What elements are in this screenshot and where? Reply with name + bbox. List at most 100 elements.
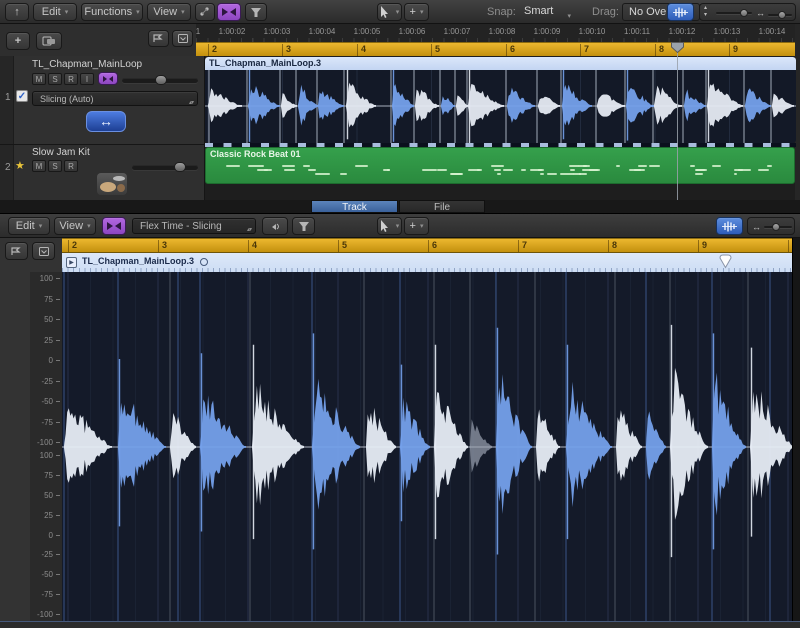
editor-waveform[interactable] — [62, 272, 792, 621]
horizontal-zoom-icon: ↔ — [752, 222, 761, 232]
edit-menu[interactable]: Edit — [33, 3, 77, 21]
editor-view-menu[interactable]: View — [54, 217, 96, 235]
playhead[interactable] — [677, 42, 678, 200]
tab-file[interactable]: File — [399, 200, 485, 213]
flex-mode-select[interactable]: Flex Time - Slicing — [132, 218, 256, 234]
track-1-flex-toggle[interactable] — [98, 72, 118, 85]
crosshair-icon: + — [410, 6, 416, 18]
volume-knob[interactable] — [155, 75, 167, 85]
track-list-header: + — [0, 24, 205, 56]
waveform-blob — [712, 373, 746, 516]
track-m-button[interactable]: M — [32, 160, 46, 172]
pointer-tool-button[interactable] — [377, 3, 402, 21]
waveform-zoom-button[interactable] — [667, 3, 694, 21]
time-label: 1:00:07 — [444, 27, 471, 36]
filter-button[interactable] — [245, 3, 267, 21]
waveform-blob — [496, 374, 532, 514]
bar-number: 4 — [248, 240, 257, 253]
region-play-button[interactable]: ▶ — [66, 257, 77, 268]
editor-options-button[interactable] — [32, 242, 55, 260]
track-r-button[interactable]: R — [64, 160, 78, 172]
track-2-number: 2 — [5, 162, 11, 173]
loop-icon[interactable] — [200, 258, 208, 266]
flex-button[interactable] — [217, 3, 241, 21]
horizontal-zoom-slider[interactable] — [768, 14, 792, 16]
time-label: 1:00:04 — [309, 27, 336, 36]
midi-note — [638, 165, 647, 167]
tracks-toolbar: ↑ Edit Functions View + Snap: Smart Drag… — [0, 0, 800, 24]
track-2-drum-kit-icon[interactable] — [97, 173, 127, 195]
track-2-name[interactable]: Slow Jam Kit — [32, 147, 90, 158]
catch-playhead-button[interactable] — [148, 30, 169, 47]
editor-catch-button[interactable] — [5, 242, 28, 260]
waveform-blob — [745, 88, 771, 122]
track-i-button[interactable]: I — [80, 73, 94, 85]
track-1-icon[interactable]: ↔ — [86, 111, 126, 132]
editor-waveform-zoom-button[interactable] — [716, 217, 743, 235]
bar-ruler[interactable]: 23456789 — [196, 42, 800, 57]
waveform-blob — [312, 379, 360, 510]
hide-editor-button[interactable]: ↑ — [5, 3, 29, 21]
midi-note — [494, 169, 501, 171]
vertical-zoom-slider[interactable] — [716, 12, 752, 14]
midi-note — [491, 165, 504, 167]
editor-region-strip[interactable]: ▶ TL_Chapman_MainLoop.3 — [62, 253, 795, 272]
midi-note — [450, 173, 463, 175]
track-s-button[interactable]: S — [48, 73, 62, 85]
automation-button[interactable] — [195, 3, 215, 21]
editor-bar-ruler[interactable]: 2345678910 — [62, 238, 795, 253]
track-options-button[interactable] — [172, 30, 193, 47]
track-s-button[interactable]: S — [48, 160, 62, 172]
waveform-blob — [626, 88, 654, 123]
view-menu[interactable]: View — [147, 3, 191, 21]
editor-zoom-slider[interactable] — [764, 226, 792, 228]
track-2-volume-slider[interactable] — [132, 165, 198, 170]
editor-filter-button[interactable] — [292, 217, 315, 235]
track-1-enable-checkbox[interactable]: ✓ — [16, 90, 28, 102]
track-r-button[interactable]: R — [64, 73, 78, 85]
star-icon[interactable]: ★ — [15, 159, 25, 172]
flag-icon — [11, 247, 22, 256]
pointer-tool-icon — [380, 6, 389, 18]
chevron-box-icon — [39, 247, 49, 256]
audio-region[interactable]: TL_Chapman_MainLoop.3 — [205, 57, 796, 143]
editor-scrollbar[interactable] — [792, 238, 800, 621]
midi-region[interactable]: Classic Rock Beat 01 — [205, 147, 795, 184]
time-ruler[interactable]: 11:00:021:00:031:00:041:00:051:00:061:00… — [196, 24, 800, 42]
vertical-zoom-stepper[interactable]: ▴▾ — [704, 5, 707, 19]
prelisten-button[interactable] — [262, 217, 288, 235]
track-1-volume-slider[interactable] — [122, 78, 198, 83]
audio-region-waveform[interactable] — [205, 70, 796, 143]
vertical-zoom-knob[interactable] — [740, 9, 748, 17]
editor-edit-menu[interactable]: Edit — [8, 217, 50, 235]
duplicate-track-button[interactable] — [36, 32, 62, 50]
secondary-tool-button[interactable]: + — [404, 3, 429, 21]
add-track-button[interactable]: + — [6, 32, 30, 50]
editor-zoom-knob[interactable] — [772, 223, 780, 231]
functions-menu[interactable]: Functions — [81, 3, 143, 21]
scale-label: -100 — [30, 610, 62, 619]
midi-note — [282, 165, 295, 167]
waveform-zoom-icon — [672, 7, 689, 18]
midi-note — [540, 173, 545, 175]
snap-mode-select[interactable]: Smart — [518, 3, 576, 21]
midi-note — [569, 165, 578, 167]
track-1-name[interactable]: TL_Chapman_MainLoop — [32, 59, 142, 70]
midi-notes — [206, 148, 795, 184]
midi-note — [579, 173, 586, 175]
midi-note — [589, 169, 600, 171]
flex-marker-handle[interactable] — [719, 254, 732, 269]
track-1-number: 1 — [5, 92, 11, 103]
tab-track[interactable]: Track — [311, 200, 398, 213]
horizontal-zoom-knob[interactable] — [778, 11, 786, 19]
editor-flex-button[interactable] — [102, 217, 126, 235]
volume-knob[interactable] — [174, 162, 186, 172]
scale-label: 100 — [30, 451, 62, 460]
window-bottom-edge — [0, 621, 800, 628]
playhead-marker[interactable] — [671, 42, 684, 53]
editor-secondary-tool[interactable]: + — [404, 217, 429, 235]
midi-note — [284, 169, 294, 171]
track-1-flex-mode-dropdown[interactable]: Slicing (Auto) — [32, 91, 198, 106]
track-m-button[interactable]: M — [32, 73, 46, 85]
editor-pointer-tool[interactable] — [377, 217, 402, 235]
